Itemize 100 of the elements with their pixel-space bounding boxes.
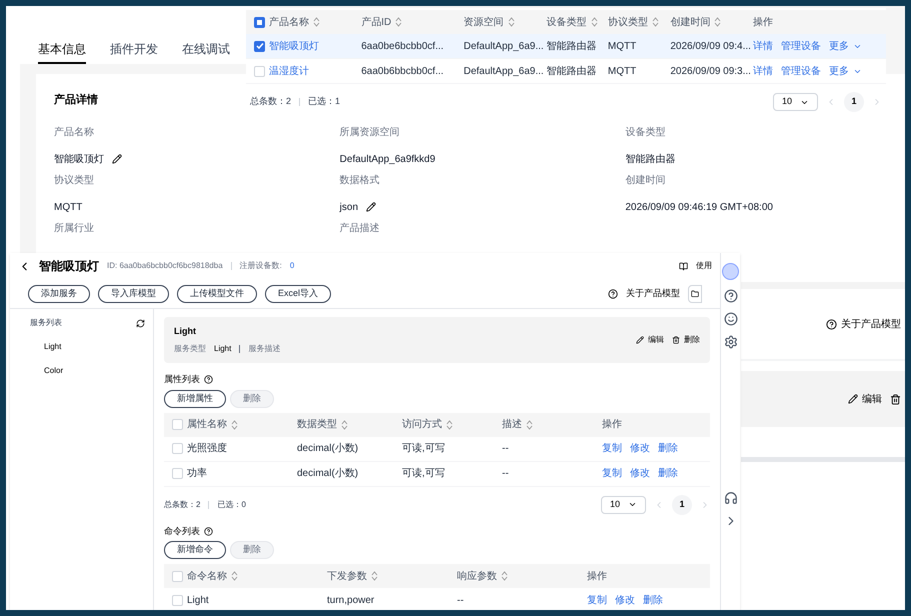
sort-icon[interactable]	[508, 17, 515, 27]
column-header: 数据类型	[297, 418, 337, 432]
checkbox[interactable]	[254, 16, 265, 28]
table-cell-text: 6aa0be6bcbb0cf...	[361, 40, 444, 54]
table-row[interactable]: 光照强度 decimal(小数) 可读,可写 -- 复制 修改 删除	[164, 436, 710, 462]
action-link[interactable]: 复制	[602, 441, 622, 456]
sort-icon[interactable]	[231, 420, 238, 430]
action-button[interactable]: Excel导入	[265, 284, 332, 302]
action-button[interactable]: 导入库模型	[98, 284, 169, 302]
list-title: 服务列表	[30, 317, 62, 329]
selected-count: 已选：1	[308, 95, 340, 108]
service-name: Light	[174, 325, 197, 338]
page-title: 智能吸顶灯	[39, 258, 99, 275]
table-cell-text: --	[502, 467, 509, 481]
action-link[interactable]: 更多	[829, 64, 862, 78]
sort-icon[interactable]	[395, 17, 402, 27]
page-size-select[interactable]: 10	[600, 496, 646, 514]
avatar[interactable]	[722, 263, 739, 280]
table-cell-text: decimal(小数)	[297, 466, 358, 481]
book-icon[interactable]	[679, 262, 688, 270]
table-cell-text: DefaultApp_6a9...	[464, 64, 544, 78]
column-header: 产品ID	[361, 16, 392, 30]
action-link[interactable]: 删除	[658, 466, 678, 481]
page-number[interactable]: 1	[844, 92, 864, 112]
service-item[interactable]: Color	[30, 365, 153, 377]
action-link[interactable]: 修改	[630, 466, 650, 481]
tab[interactable]: 在线调试	[182, 40, 230, 64]
field-label: 所属行业	[54, 222, 95, 236]
action-link[interactable]: 详情	[753, 38, 774, 54]
sort-icon[interactable]	[231, 571, 238, 581]
delete-button[interactable]: 删除	[672, 334, 700, 346]
action-link[interactable]: 管理设备	[781, 64, 822, 78]
action-link[interactable]: 更多	[829, 38, 862, 54]
sort-icon[interactable]	[590, 17, 598, 27]
edit-button[interactable]: 编辑	[848, 392, 882, 406]
field-label: 产品描述	[340, 222, 381, 236]
help-icon[interactable]	[204, 375, 213, 384]
action-button[interactable]: 新增属性	[164, 390, 226, 408]
page-number[interactable]: 1	[672, 494, 692, 514]
folder-icon	[691, 290, 699, 298]
headset-icon[interactable]	[724, 491, 738, 505]
column-header: 操作	[602, 418, 622, 432]
help-icon[interactable]	[724, 289, 738, 303]
sort-icon[interactable]	[371, 571, 378, 581]
table-cell-text: 智能路由器	[546, 40, 596, 54]
action-link[interactable]: 修改	[615, 592, 635, 608]
sort-icon[interactable]	[341, 420, 348, 430]
sort-icon[interactable]	[313, 17, 320, 27]
edit-icon[interactable]	[112, 154, 122, 164]
checkbox[interactable]	[254, 40, 265, 52]
folder-button[interactable]	[688, 284, 702, 302]
delete-icon[interactable]	[890, 394, 901, 404]
field-value: json	[340, 200, 358, 214]
action-button[interactable]: 上传模型文件	[177, 284, 257, 302]
help-icon[interactable]	[204, 526, 213, 536]
action-link[interactable]: 删除	[643, 592, 663, 608]
action-link[interactable]: 详情	[753, 64, 774, 78]
sort-icon[interactable]	[652, 17, 659, 27]
smile-icon[interactable]	[724, 312, 738, 326]
tab[interactable]: 插件开发	[110, 40, 158, 64]
action-link[interactable]: 修改	[630, 441, 650, 456]
caret-icon	[628, 500, 637, 509]
field-value: 2026/09/09 09:46:19 GMT+08:00	[625, 200, 773, 214]
action-link[interactable]: 删除	[658, 441, 678, 456]
service-item[interactable]: Light	[30, 341, 153, 353]
edit-button[interactable]: 编辑	[636, 334, 664, 346]
action-button[interactable]: 添加服务	[28, 284, 90, 302]
action-link[interactable]: 复制	[587, 592, 607, 608]
settings-icon[interactable]	[724, 335, 738, 349]
selected-count: 已选：0	[217, 498, 246, 510]
guide-link[interactable]: 使用	[696, 260, 712, 272]
table-row[interactable]: 功率 decimal(小数) 可读,可写 -- 复制 修改 删除	[164, 462, 710, 486]
table-cell-text: 2026/09/09 09:3...	[670, 64, 751, 78]
sort-icon[interactable]	[446, 420, 453, 430]
edit-icon[interactable]	[366, 202, 376, 212]
sort-icon[interactable]	[714, 17, 722, 27]
section-title: 命令列表	[164, 524, 200, 538]
action-link[interactable]: 复制	[602, 466, 622, 481]
sort-icon[interactable]	[501, 571, 508, 581]
column-header: 下发参数	[327, 570, 367, 584]
trash-icon	[672, 336, 680, 344]
sort-icon[interactable]	[526, 420, 533, 430]
column-header: 资源空间	[464, 16, 504, 30]
help-icon[interactable]	[608, 288, 618, 298]
page-size-select[interactable]: 10	[772, 93, 818, 111]
about-link[interactable]: 关于产品模型	[841, 316, 901, 332]
field-label: 数据格式	[340, 174, 381, 188]
action-button[interactable]: 新增命令	[164, 541, 226, 559]
tab[interactable]: 基本信息	[38, 40, 86, 64]
table-row[interactable]: 智能吸顶灯 6aa0be6bcbb0cf... DefaultApp_6a9... 智能路由器 MQTT 2026/09/09 09:4... 详情 管理设备 更多	[246, 34, 886, 59]
field-value: MQTT	[54, 200, 82, 214]
table-cell-text: 智能路由器	[546, 64, 596, 78]
refresh-icon[interactable]	[136, 318, 145, 328]
action-link[interactable]: 管理设备	[781, 38, 822, 54]
about-link[interactable]: 关于产品模型	[626, 286, 680, 300]
help-icon[interactable]	[826, 318, 837, 330]
column-header: 命令名称	[187, 570, 227, 584]
table-cell-text: 光照强度	[187, 442, 227, 456]
table-cell-text: 温湿度计	[269, 64, 309, 78]
table-cell-text: 功率	[187, 466, 207, 481]
